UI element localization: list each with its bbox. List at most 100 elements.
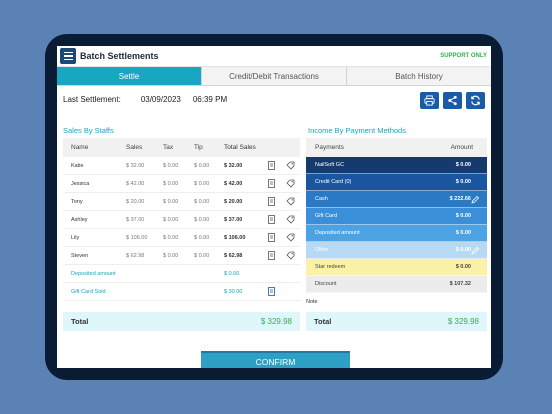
payment-label: Gift Card [315, 213, 338, 219]
payment-label: Star redeem [315, 264, 346, 270]
page-title: Batch Settlements [80, 51, 159, 61]
payment-amount: $ 0.00 [455, 179, 471, 185]
sales-table-header: Name Sales Tax Tip Total Sales [63, 138, 300, 157]
last-settlement-time: 06:39 PM [192, 95, 228, 104]
tag-icon[interactable] [281, 197, 300, 206]
receipt-icon[interactable] [262, 251, 281, 260]
col-amount: Amount [450, 144, 473, 151]
support-label: SUPPORT ONLY [440, 53, 487, 59]
sales-by-staffs-title: Sales By Staffs [63, 126, 114, 135]
payment-row: Star redeem $ 0.00 [306, 259, 487, 276]
staff-total: $ 37.00 [224, 216, 243, 223]
payment-methods-table: Payments Amount NailSoft GC $ 0.00 Credit … [306, 138, 487, 293]
share-icon [448, 95, 457, 106]
sales-total-bar: Total $ 329.98 [63, 312, 300, 331]
payment-amount: $ 107.32 [449, 281, 471, 287]
col-tip: Tip [194, 144, 203, 151]
staff-tip: $ 0.00 [194, 180, 210, 187]
staff-name: Tony [71, 198, 83, 205]
payment-amount: $ 0.00 [455, 264, 471, 270]
gift-card-label: Gift Card Sold [71, 288, 106, 295]
staff-tax: $ 0.00 [163, 252, 179, 259]
payment-row: Other $ 0.00 [306, 242, 487, 259]
receipt-icon[interactable] [262, 179, 281, 188]
staff-sales: $ 62.98 [126, 252, 145, 259]
staff-sales: $ 42.00 [126, 180, 145, 187]
staff-tip: $ 0.00 [194, 216, 210, 223]
refresh-button[interactable] [466, 92, 485, 109]
payment-amount: $ 222.66 [449, 196, 471, 202]
edit-icon[interactable] [471, 246, 480, 257]
tag-icon[interactable] [281, 179, 300, 188]
payment-label: Deposited amount [315, 230, 360, 236]
tab-settle[interactable]: Settle [57, 67, 201, 85]
receipt-icon[interactable] [262, 233, 281, 242]
staff-name: Jessica [71, 180, 90, 187]
payment-label: Discount [315, 281, 337, 287]
payment-row: NailSoft GC $ 0.00 [306, 157, 487, 174]
col-tax: Tax [163, 144, 174, 151]
payment-label: Credit Card (0) [315, 179, 352, 185]
menu-icon[interactable] [60, 48, 76, 64]
edit-icon[interactable] [471, 195, 480, 206]
screen: Batch Settlements SUPPORT ONLY Settle Cr… [57, 46, 491, 368]
payment-amount: $ 0.00 [455, 230, 471, 236]
payment-row: Credit Card (0) $ 0.00 [306, 174, 487, 191]
staff-tax: $ 0.00 [163, 234, 179, 241]
refresh-icon [471, 95, 480, 106]
print-button[interactable] [420, 92, 439, 109]
staff-total: $ 20.00 [224, 198, 243, 205]
payment-row: Cash $ 222.66 [306, 191, 487, 208]
payment-rows: NailSoft GC $ 0.00 Credit Card (0) $ 0.00 Ca… [306, 157, 487, 293]
gift-card-row: Gift Card Sold $ 30.00 [63, 283, 300, 301]
sales-table: Name Sales Tax Tip Total Sales Katie $ 32… [63, 138, 300, 301]
staff-tax: $ 0.00 [163, 162, 179, 169]
staff-total: $ 62.98 [224, 252, 243, 259]
income-total-label: Total [314, 317, 332, 326]
staff-total: $ 42.00 [224, 180, 243, 187]
payment-label: NailSoft GC [315, 162, 345, 168]
col-sales: Sales [126, 144, 143, 151]
staff-tip: $ 0.00 [194, 198, 210, 205]
tablet-frame: Batch Settlements SUPPORT ONLY Settle Cr… [45, 34, 503, 380]
sales-total-label: Total [71, 317, 89, 326]
tab-batch-history[interactable]: Batch History [346, 67, 491, 85]
confirm-button[interactable]: CONFIRM [201, 351, 350, 368]
col-payments: Payments [315, 144, 344, 151]
last-settlement: Last Settlement: 03/09/2023 06:39 PM [63, 95, 227, 104]
share-button[interactable] [443, 92, 462, 109]
payment-label: Cash [315, 196, 328, 202]
deposited-value: $ 0.00 [224, 270, 240, 277]
staff-sales: $ 32.00 [126, 162, 145, 169]
payment-row: Discount $ 107.32 [306, 276, 487, 293]
receipt-icon[interactable] [262, 215, 281, 224]
staff-name: Ashley [71, 216, 88, 223]
tab-credit-debit[interactable]: Credit/Debit Transactions [201, 67, 346, 85]
tag-icon[interactable] [281, 233, 300, 242]
tag-icon[interactable] [281, 215, 300, 224]
note-label: Note [306, 299, 318, 305]
staff-sales: $ 20.00 [126, 198, 145, 205]
staff-sales: $ 106.00 [126, 234, 148, 241]
receipt-icon[interactable] [262, 161, 281, 170]
staff-name: Lily [71, 234, 80, 241]
tag-icon[interactable] [281, 251, 300, 260]
gift-card-value: $ 30.00 [224, 288, 243, 295]
col-name: Name [71, 144, 89, 151]
receipt-icon[interactable] [262, 197, 281, 206]
receipt-icon[interactable] [262, 287, 281, 296]
table-row: Steven $ 62.98 $ 0.00 $ 0.00 $ 62.98 [63, 247, 300, 265]
income-total-value: $ 329.98 [447, 317, 479, 326]
payment-row: Deposited amount $ 0.00 [306, 225, 487, 242]
payment-amount: $ 0.00 [455, 213, 471, 219]
staff-tax: $ 0.00 [163, 198, 179, 205]
staff-name: Katie [71, 162, 84, 169]
payment-row: Gift Card $ 0.00 [306, 208, 487, 225]
table-row: Lily $ 106.00 $ 0.00 $ 0.00 $ 106.00 [63, 229, 300, 247]
deposited-label: Deposited amount [71, 270, 116, 277]
table-row: Ashley $ 37.00 $ 0.00 $ 0.00 $ 37.00 [63, 211, 300, 229]
payment-amount: $ 0.00 [455, 162, 471, 168]
sales-total-value: $ 329.98 [260, 317, 292, 326]
payment-amount: $ 0.00 [455, 247, 471, 253]
tag-icon[interactable] [281, 161, 300, 170]
